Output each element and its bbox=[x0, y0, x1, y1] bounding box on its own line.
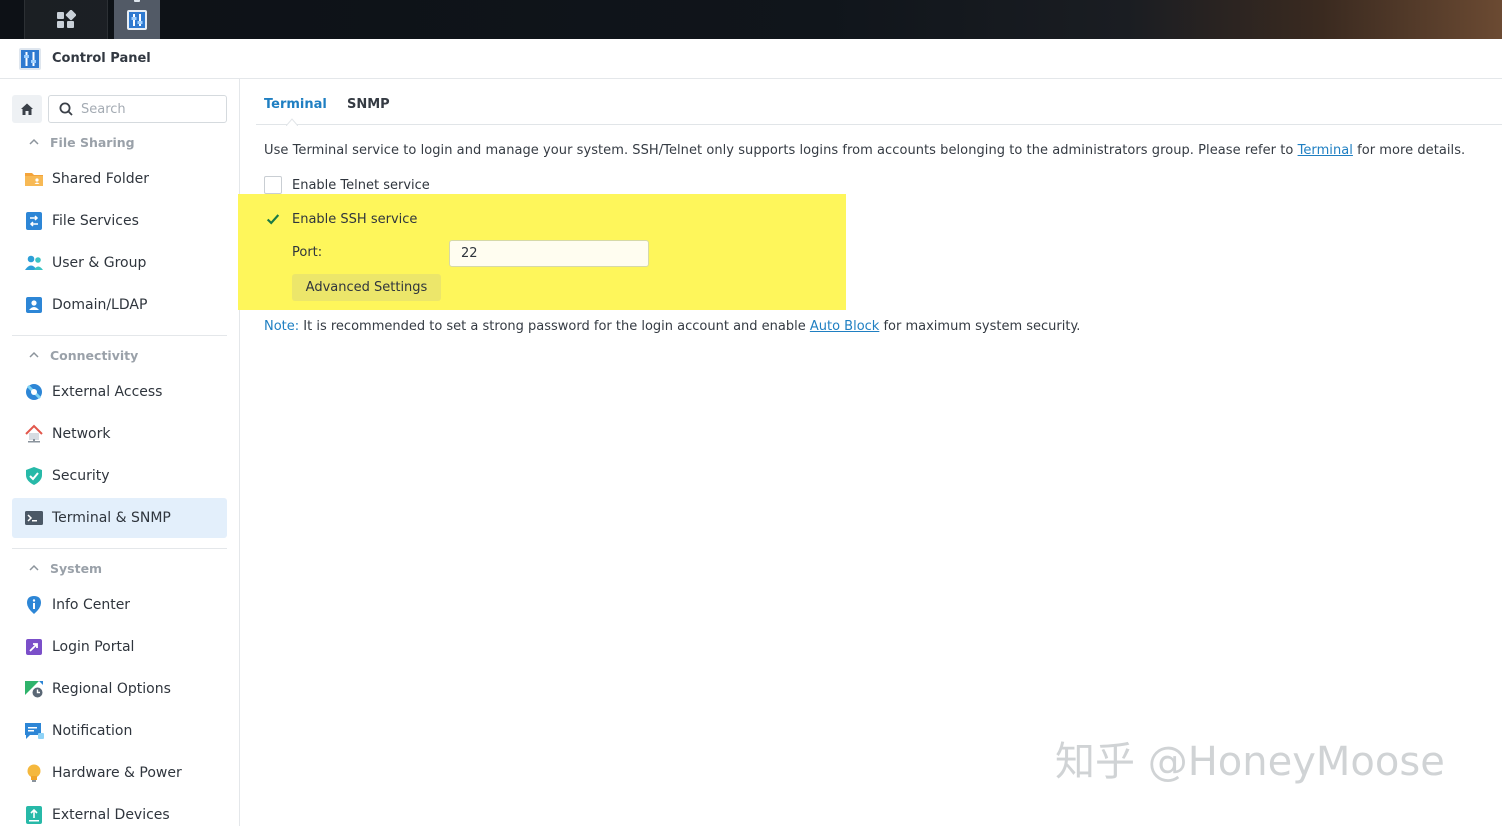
watermark: 知乎 @HoneyMoose bbox=[1055, 739, 1445, 785]
file-services-icon bbox=[26, 212, 42, 230]
telnet-label: Enable Telnet service bbox=[292, 177, 430, 193]
sidebar-item-label: File Services bbox=[52, 213, 139, 229]
group-label: System bbox=[50, 560, 103, 576]
sidebar-divider bbox=[12, 335, 227, 336]
sidebar-item-label: External Devices bbox=[52, 807, 170, 823]
tab-terminal[interactable]: Terminal bbox=[264, 97, 327, 112]
sidebar-item-hardware-power[interactable]: Hardware & Power bbox=[12, 753, 227, 793]
chevron-up-icon bbox=[29, 138, 39, 145]
group-file-sharing[interactable]: File Sharing bbox=[12, 130, 227, 154]
sidebar-item-regional-options[interactable]: Regional Options bbox=[12, 669, 227, 709]
sidebar-item-notification[interactable]: Notification bbox=[12, 711, 227, 751]
main-menu-button[interactable] bbox=[24, 0, 108, 39]
telnet-option[interactable]: Enable Telnet service bbox=[264, 176, 430, 194]
auto-block-link[interactable]: Auto Block bbox=[810, 319, 879, 334]
control-panel-icon bbox=[127, 9, 147, 30]
security-note: Note: It is recommended to set a strong … bbox=[264, 319, 1080, 334]
ssh-checkbox[interactable] bbox=[264, 210, 282, 228]
port-input[interactable] bbox=[449, 240, 649, 267]
description-text: for more details. bbox=[1352, 143, 1466, 158]
control-panel-icon bbox=[19, 47, 41, 70]
terminal-help-link[interactable]: Terminal bbox=[1298, 143, 1353, 158]
port-label: Port: bbox=[292, 245, 323, 260]
sidebar-item-label: Info Center bbox=[52, 597, 131, 613]
taskbar bbox=[0, 0, 1502, 39]
note-label: Note: bbox=[264, 319, 300, 334]
tab-bar: Terminal SNMP bbox=[256, 79, 1502, 126]
sidebar-item-security[interactable]: Security bbox=[12, 456, 227, 496]
active-tab-indicator bbox=[286, 118, 298, 126]
sidebar-item-network[interactable]: Network bbox=[12, 414, 227, 454]
note-text: for maximum system security. bbox=[879, 319, 1081, 334]
sidebar: File Sharing Shared Folder File Services… bbox=[0, 79, 240, 826]
sidebar-item-label: Shared Folder bbox=[52, 171, 150, 187]
sidebar-item-label: Regional Options bbox=[52, 681, 171, 697]
sidebar-item-external-access[interactable]: External Access bbox=[12, 372, 227, 412]
terminal-icon bbox=[25, 511, 43, 525]
sidebar-item-login-portal[interactable]: Login Portal bbox=[12, 627, 227, 667]
lightbulb-icon bbox=[27, 764, 41, 782]
search-box[interactable] bbox=[48, 95, 227, 123]
window-titlebar: Control Panel bbox=[0, 39, 1502, 79]
group-connectivity[interactable]: Connectivity bbox=[12, 343, 227, 367]
regional-options-icon bbox=[25, 681, 43, 698]
login-portal-icon bbox=[26, 639, 42, 655]
running-indicator bbox=[134, 0, 140, 2]
telnet-checkbox[interactable] bbox=[264, 176, 282, 194]
apps-grid-icon bbox=[57, 9, 76, 28]
external-access-icon bbox=[26, 384, 42, 400]
group-label: File Sharing bbox=[50, 134, 135, 150]
sidebar-item-user-group[interactable]: User & Group bbox=[12, 243, 227, 283]
sidebar-divider bbox=[12, 548, 227, 549]
sidebar-item-label: External Access bbox=[52, 384, 163, 400]
advanced-settings-button[interactable]: Advanced Settings bbox=[292, 274, 441, 301]
taskbar-control-panel-button[interactable] bbox=[114, 0, 160, 39]
sidebar-item-label: User & Group bbox=[52, 255, 147, 271]
ssh-label: Enable SSH service bbox=[292, 211, 418, 227]
external-devices-icon bbox=[26, 806, 42, 824]
ssh-option[interactable]: Enable SSH service bbox=[264, 210, 417, 228]
domain-ldap-icon bbox=[26, 297, 42, 313]
home-button[interactable] bbox=[12, 95, 42, 123]
sidebar-item-shared-folder[interactable]: Shared Folder bbox=[12, 159, 227, 199]
home-icon bbox=[21, 103, 33, 115]
sidebar-item-terminal-snmp[interactable]: Terminal & SNMP bbox=[12, 498, 227, 538]
sidebar-item-label: Notification bbox=[52, 723, 133, 739]
search-icon bbox=[59, 102, 73, 116]
description-text: Use Terminal service to login and manage… bbox=[264, 143, 1298, 158]
group-system[interactable]: System bbox=[12, 556, 227, 580]
chevron-up-icon bbox=[29, 351, 39, 358]
shared-folder-icon bbox=[25, 173, 43, 186]
main-panel: Terminal SNMP Use Terminal service to lo… bbox=[238, 79, 1502, 826]
sidebar-item-label: Terminal & SNMP bbox=[52, 510, 171, 526]
info-icon bbox=[27, 596, 41, 614]
search-input[interactable] bbox=[81, 101, 221, 117]
terminal-description: Use Terminal service to login and manage… bbox=[264, 143, 1465, 158]
sidebar-item-label: Domain/LDAP bbox=[52, 297, 148, 313]
sidebar-item-info-center[interactable]: Info Center bbox=[12, 585, 227, 625]
sidebar-item-file-services[interactable]: File Services bbox=[12, 201, 227, 241]
checkmark-icon bbox=[266, 214, 280, 225]
note-text: It is recommended to set a strong passwo… bbox=[299, 319, 810, 334]
notification-icon bbox=[25, 723, 44, 739]
shield-icon bbox=[26, 467, 42, 485]
window-title: Control Panel bbox=[52, 51, 151, 66]
sidebar-item-external-devices[interactable]: External Devices bbox=[12, 795, 227, 826]
network-icon bbox=[25, 424, 43, 443]
sidebar-item-label: Login Portal bbox=[52, 639, 135, 655]
user-group-icon bbox=[25, 255, 43, 270]
tab-snmp[interactable]: SNMP bbox=[347, 97, 390, 112]
sidebar-item-label: Network bbox=[52, 426, 111, 442]
sidebar-item-label: Hardware & Power bbox=[52, 765, 182, 781]
chevron-up-icon bbox=[29, 564, 39, 571]
sidebar-item-domain-ldap[interactable]: Domain/LDAP bbox=[12, 285, 227, 325]
sidebar-item-label: Security bbox=[52, 468, 110, 484]
group-label: Connectivity bbox=[50, 347, 139, 363]
